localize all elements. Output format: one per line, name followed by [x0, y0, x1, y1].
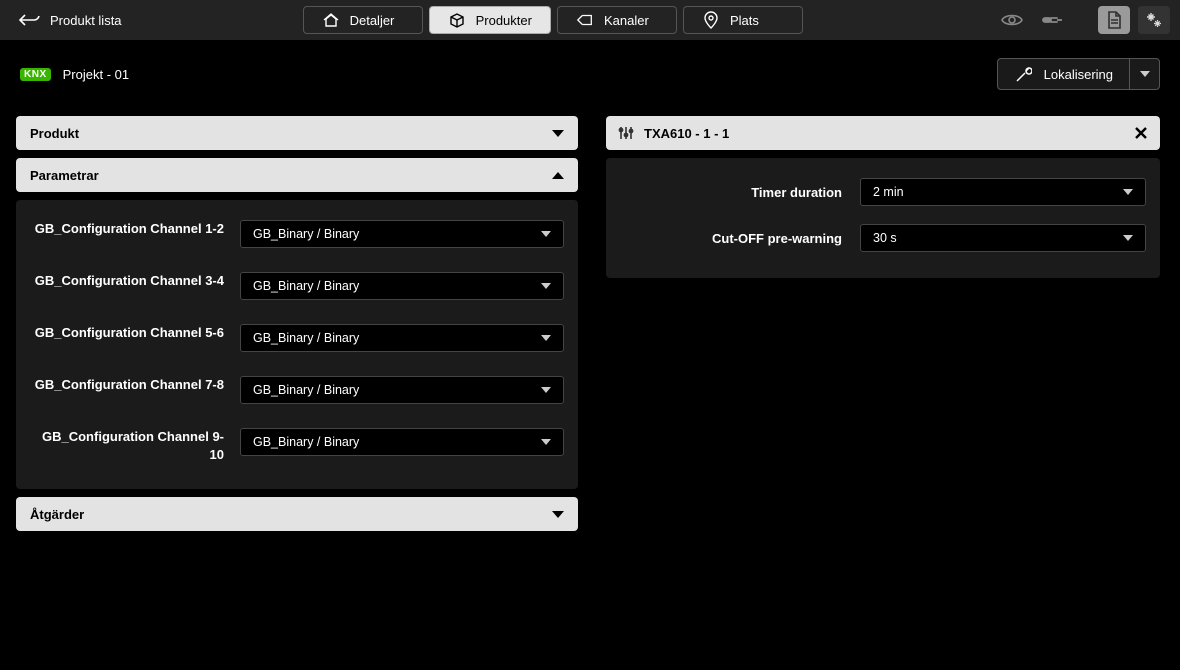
- left-column: Produkt Parametrar GB_Configuration Chan…: [16, 116, 578, 539]
- page-button[interactable]: [1098, 6, 1130, 34]
- brand-badge: KNX: [20, 68, 51, 81]
- param-row: GB_Configuration Channel 1-2 GB_Binary /…: [30, 220, 564, 248]
- param-row: GB_Configuration Channel 7-8 GB_Binary /…: [30, 376, 564, 404]
- project-title: Projekt - 01: [63, 67, 129, 82]
- chevron-down-icon: [1123, 235, 1133, 241]
- channels-icon: [576, 12, 594, 28]
- plug-icon: [1041, 15, 1063, 25]
- right-column: TXA610 - 1 - 1 Timer duration 2 min Cut-…: [606, 116, 1160, 278]
- tab-channels-label: Kanaler: [604, 13, 649, 28]
- back-button[interactable]: Produkt lista: [10, 9, 130, 32]
- param-label: GB_Configuration Channel 7-8: [30, 376, 240, 394]
- sliders-icon: [618, 125, 634, 141]
- param-row: GB_Configuration Channel 9-10 GB_Binary …: [30, 428, 564, 463]
- param-row: GB_Configuration Channel 5-6 GB_Binary /…: [30, 324, 564, 352]
- param-value: GB_Binary / Binary: [253, 435, 359, 449]
- tab-location-label: Plats: [730, 13, 759, 28]
- tab-details[interactable]: Detaljer: [303, 6, 423, 34]
- right-panel-header: TXA610 - 1 - 1: [606, 116, 1160, 150]
- setting-value: 2 min: [873, 185, 904, 199]
- eye-icon: [1001, 13, 1023, 27]
- home-icon: [322, 12, 340, 28]
- gears-icon: [1145, 11, 1163, 29]
- params-accordion-header[interactable]: Parametrar: [16, 158, 578, 192]
- nav-tabs: Detaljer Produkter Kanaler: [303, 6, 803, 34]
- param-row: GB_Configuration Channel 3-4 GB_Binary /…: [30, 272, 564, 300]
- main-content: Produkt Parametrar GB_Configuration Chan…: [0, 98, 1180, 539]
- chevron-down-icon: [1123, 189, 1133, 195]
- tab-details-label: Detaljer: [350, 13, 395, 28]
- chevron-down-icon: [552, 511, 564, 518]
- params-header-label: Parametrar: [30, 168, 99, 183]
- chevron-down-icon: [541, 387, 551, 393]
- right-panel-body: Timer duration 2 min Cut-OFF pre-warning…: [606, 158, 1160, 278]
- locate-chevron[interactable]: [1129, 59, 1159, 89]
- document-icon: [1106, 11, 1122, 29]
- setting-dropdown[interactable]: 2 min: [860, 178, 1146, 206]
- wrench-icon: [1014, 65, 1032, 83]
- chevron-down-icon: [541, 439, 551, 445]
- locate-main: Lokalisering: [998, 65, 1129, 83]
- setting-label: Timer duration: [620, 185, 860, 200]
- chevron-down-icon: [552, 130, 564, 137]
- locate-label: Lokalisering: [1044, 67, 1113, 82]
- param-dropdown[interactable]: GB_Binary / Binary: [240, 376, 564, 404]
- param-dropdown[interactable]: GB_Binary / Binary: [240, 324, 564, 352]
- setting-value: 30 s: [873, 231, 897, 245]
- product-accordion-header[interactable]: Produkt: [16, 116, 578, 150]
- tab-location[interactable]: Plats: [683, 6, 803, 34]
- visibility-button[interactable]: [996, 6, 1028, 34]
- setting-row: Cut-OFF pre-warning 30 s: [620, 224, 1146, 252]
- params-panel: GB_Configuration Channel 1-2 GB_Binary /…: [16, 200, 578, 489]
- chevron-down-icon: [541, 231, 551, 237]
- setting-dropdown[interactable]: 30 s: [860, 224, 1146, 252]
- cube-icon: [448, 11, 466, 29]
- actions-accordion-header[interactable]: Åtgärder: [16, 497, 578, 531]
- param-label: GB_Configuration Channel 9-10: [30, 428, 240, 463]
- param-label: GB_Configuration Channel 5-6: [30, 324, 240, 342]
- param-dropdown[interactable]: GB_Binary / Binary: [240, 428, 564, 456]
- chevron-up-icon: [552, 172, 564, 179]
- setting-row: Timer duration 2 min: [620, 178, 1146, 206]
- tab-products[interactable]: Produkter: [429, 6, 551, 34]
- setting-label: Cut-OFF pre-warning: [620, 231, 860, 246]
- sub-bar: KNX Projekt - 01 Lokalisering: [0, 40, 1180, 98]
- close-icon: [1134, 126, 1148, 140]
- param-value: GB_Binary / Binary: [253, 227, 359, 241]
- chevron-down-icon: [541, 335, 551, 341]
- param-value: GB_Binary / Binary: [253, 383, 359, 397]
- back-label: Produkt lista: [50, 13, 122, 28]
- param-label: GB_Configuration Channel 1-2: [30, 220, 240, 238]
- actions-header-label: Åtgärder: [30, 507, 84, 522]
- close-button[interactable]: [1134, 126, 1148, 140]
- toolbar-right: [996, 6, 1170, 34]
- param-label: GB_Configuration Channel 3-4: [30, 272, 240, 290]
- top-bar: Produkt lista Detaljer Produkter: [0, 0, 1180, 40]
- param-value: GB_Binary / Binary: [253, 279, 359, 293]
- tab-products-label: Produkter: [476, 13, 532, 28]
- product-header-label: Produkt: [30, 126, 79, 141]
- settings-button[interactable]: [1138, 6, 1170, 34]
- chevron-down-icon: [541, 283, 551, 289]
- pin-icon: [702, 11, 720, 29]
- back-arrow-icon: [18, 13, 40, 27]
- param-value: GB_Binary / Binary: [253, 331, 359, 345]
- connection-button[interactable]: [1036, 6, 1068, 34]
- chevron-down-icon: [1140, 71, 1150, 77]
- right-panel-title: TXA610 - 1 - 1: [644, 126, 729, 141]
- param-dropdown[interactable]: GB_Binary / Binary: [240, 220, 564, 248]
- param-dropdown[interactable]: GB_Binary / Binary: [240, 272, 564, 300]
- tab-channels[interactable]: Kanaler: [557, 6, 677, 34]
- locate-dropdown[interactable]: Lokalisering: [997, 58, 1160, 90]
